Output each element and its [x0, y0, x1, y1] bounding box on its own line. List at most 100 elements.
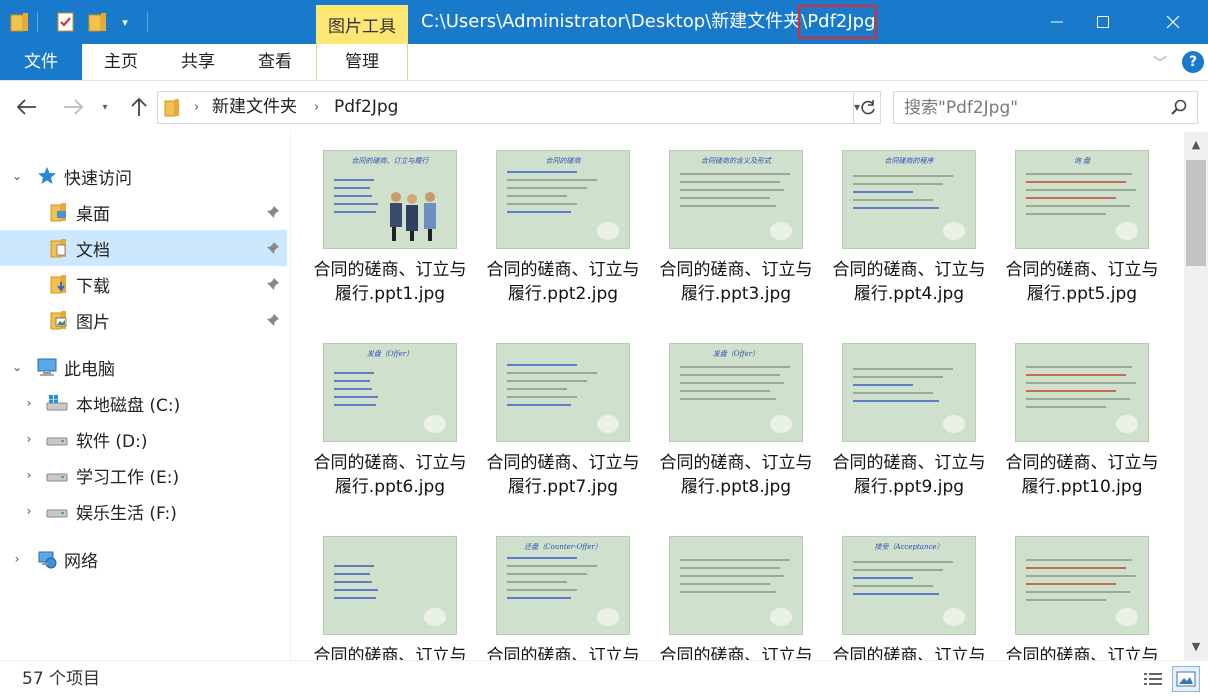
- slide-decoration: [943, 608, 965, 626]
- pin-icon[interactable]: [265, 240, 281, 256]
- collapse-chevron-icon[interactable]: ⌄: [10, 360, 24, 374]
- up-button[interactable]: [126, 94, 152, 120]
- slide-text-line: [680, 591, 776, 593]
- file-item[interactable]: 合同的磋商、订立与履行.ppt9.jpg: [810, 325, 986, 510]
- slide-text-line: [680, 382, 784, 384]
- slide-text-line: [334, 179, 374, 181]
- search-box: [893, 91, 1198, 124]
- help-icon[interactable]: ?: [1182, 51, 1204, 73]
- file-thumbnail: 合同磋商的程序: [842, 150, 976, 249]
- slide-text-line: [853, 384, 913, 386]
- minimize-button[interactable]: [1034, 0, 1080, 44]
- tab-home[interactable]: 主页: [98, 44, 144, 80]
- sidebar-item-pictures[interactable]: 图片: [0, 302, 287, 338]
- file-item[interactable]: 发盘（Offer） 合同的磋商、订立与履行.ppt6.jpg: [291, 325, 467, 510]
- refresh-button[interactable]: [853, 91, 881, 124]
- slide-text-line: [680, 390, 770, 392]
- breadcrumb-item[interactable]: Pdf2Jpg: [334, 92, 398, 123]
- breadcrumb-item[interactable]: 新建文件夹: [212, 92, 297, 123]
- scrollbar-thumb[interactable]: [1186, 160, 1206, 266]
- sidebar-item-network[interactable]: › 网络: [0, 541, 287, 577]
- slide-text-line: [853, 577, 913, 579]
- file-thumbnail: 询 盘: [1015, 150, 1149, 249]
- expand-chevron-icon[interactable]: ›: [10, 552, 24, 566]
- slide-text-line: [334, 187, 370, 189]
- slide-text-line: [680, 575, 784, 577]
- sidebar-item-desktop[interactable]: 桌面: [0, 194, 287, 230]
- expand-chevron-icon[interactable]: ›: [22, 396, 36, 410]
- slide-text-line: [853, 207, 939, 209]
- new-folder-icon[interactable]: [86, 8, 110, 36]
- properties-icon[interactable]: [54, 8, 78, 36]
- slide-text-line: [1026, 374, 1126, 376]
- slide-text-line: [1026, 173, 1132, 175]
- expand-chevron-icon[interactable]: ›: [22, 468, 36, 482]
- slide-text-line: [680, 366, 790, 368]
- details-view-icon[interactable]: [1142, 669, 1164, 689]
- sidebar-item-drive-d[interactable]: › 软件 (D:): [0, 421, 287, 457]
- sidebar-item-label: 图片: [76, 312, 110, 333]
- close-button[interactable]: [1150, 0, 1196, 44]
- expand-ribbon-chevron-icon[interactable]: ﹀: [1150, 53, 1170, 73]
- sidebar-item-downloads[interactable]: 下载: [0, 266, 287, 302]
- status-bar: 57 个项目: [0, 660, 1208, 696]
- tab-manage[interactable]: 管理: [316, 44, 408, 80]
- recent-locations-chevron-icon[interactable]: ▾: [98, 94, 112, 120]
- scroll-up-arrow-icon[interactable]: ▲: [1184, 132, 1208, 158]
- tab-share[interactable]: 共享: [175, 44, 221, 80]
- pin-icon[interactable]: [265, 276, 281, 292]
- expand-chevron-icon[interactable]: ›: [22, 432, 36, 446]
- back-button[interactable]: [14, 94, 40, 120]
- file-item[interactable]: 合同的磋商、订立与履行.ppt11.jpg: [291, 518, 467, 660]
- sidebar-item-label: 软件 (D:): [76, 431, 148, 452]
- tab-view[interactable]: 查看: [252, 44, 298, 80]
- pin-icon[interactable]: [265, 204, 281, 220]
- folder-icon[interactable]: [8, 8, 32, 36]
- file-item[interactable]: 合同的磋商、订立与履行.ppt10.jpg: [983, 325, 1159, 510]
- file-item[interactable]: 询 盘合同的磋商、订立与履行.ppt5.jpg: [983, 132, 1159, 317]
- sidebar-item-quick-access[interactable]: ⌄ 快速访问: [0, 158, 287, 194]
- vertical-scrollbar[interactable]: ▲ ▼: [1184, 132, 1208, 660]
- sidebar-item-drive-f[interactable]: › 娱乐生活 (F:): [0, 493, 287, 529]
- file-name: 合同的磋商、订立与履行.ppt13.jpg: [659, 646, 813, 660]
- forward-button[interactable]: [60, 94, 86, 120]
- drive-icon: [46, 464, 68, 486]
- tab-file[interactable]: 文件: [0, 44, 82, 80]
- breadcrumb-chevron-icon[interactable]: ›: [314, 92, 319, 123]
- slide-text-line: [334, 203, 378, 205]
- maximize-button[interactable]: [1080, 0, 1126, 44]
- file-item[interactable]: 还盘（Counter-Offer） 合同的磋商、订立与履行.ppt12.jpg: [464, 518, 640, 660]
- address-bar[interactable]: › 新建文件夹 › Pdf2Jpg ▾: [157, 91, 881, 124]
- slide-text-line: [853, 175, 953, 177]
- file-item[interactable]: 合同的磋商 合同的磋商、订立与履行.ppt2.jpg: [464, 132, 640, 317]
- slide-text-line: [853, 569, 943, 571]
- sidebar-item-drive-e[interactable]: › 学习工作 (E:): [0, 457, 287, 493]
- sidebar-item-documents[interactable]: 文档: [0, 230, 287, 266]
- slide-title: 合同的磋商、订立与履行: [351, 157, 429, 165]
- breadcrumb-chevron-icon[interactable]: ›: [194, 92, 199, 123]
- file-item[interactable]: 合同磋商的程序 合同的磋商、订立与履行.ppt4.jpg: [810, 132, 986, 317]
- file-item[interactable]: 合同的磋商、订立与履行.ppt15.jpg: [983, 518, 1159, 660]
- file-name: 合同的磋商、订立与履行.ppt10.jpg: [1005, 453, 1159, 497]
- pin-icon[interactable]: [265, 312, 281, 328]
- slide-text-line: [507, 364, 577, 366]
- slide-text-line: [507, 573, 587, 575]
- documents-folder-icon: [48, 237, 70, 259]
- expand-chevron-icon[interactable]: ›: [22, 504, 36, 518]
- file-item[interactable]: 合同的磋商、订立与履行 合同的磋商、订立与履行.ppt1.jpg: [291, 132, 467, 317]
- large-icons-view-icon[interactable]: [1172, 666, 1200, 692]
- slide-title: 发盘（Offer）: [712, 350, 760, 358]
- customize-toolbar-chevron-icon[interactable]: ▾: [116, 8, 134, 36]
- file-thumbnail: [323, 536, 457, 635]
- file-item[interactable]: 合同磋商的含义及形式 合同的磋商、订立与履行.ppt3.jpg: [637, 132, 813, 317]
- search-input[interactable]: [904, 92, 1154, 123]
- sidebar-item-this-pc[interactable]: ⌄ 此电脑: [0, 349, 287, 385]
- collapse-chevron-icon[interactable]: ⌄: [10, 169, 24, 183]
- sidebar-item-drive-c[interactable]: › 本地磁盘 (C:): [0, 385, 287, 421]
- file-item[interactable]: 合同的磋商、订立与履行.ppt7.jpg: [464, 325, 640, 510]
- file-item[interactable]: 接受（Acceptance） 合同的磋商、订立与履行.ppt14.jpg: [810, 518, 986, 660]
- file-item[interactable]: 发盘（Offer） 合同的磋商、订立与履行.ppt8.jpg: [637, 325, 813, 510]
- search-icon[interactable]: [1170, 98, 1188, 120]
- file-item[interactable]: 合同的磋商、订立与履行.ppt13.jpg: [637, 518, 813, 660]
- scroll-down-arrow-icon[interactable]: ▼: [1184, 634, 1208, 660]
